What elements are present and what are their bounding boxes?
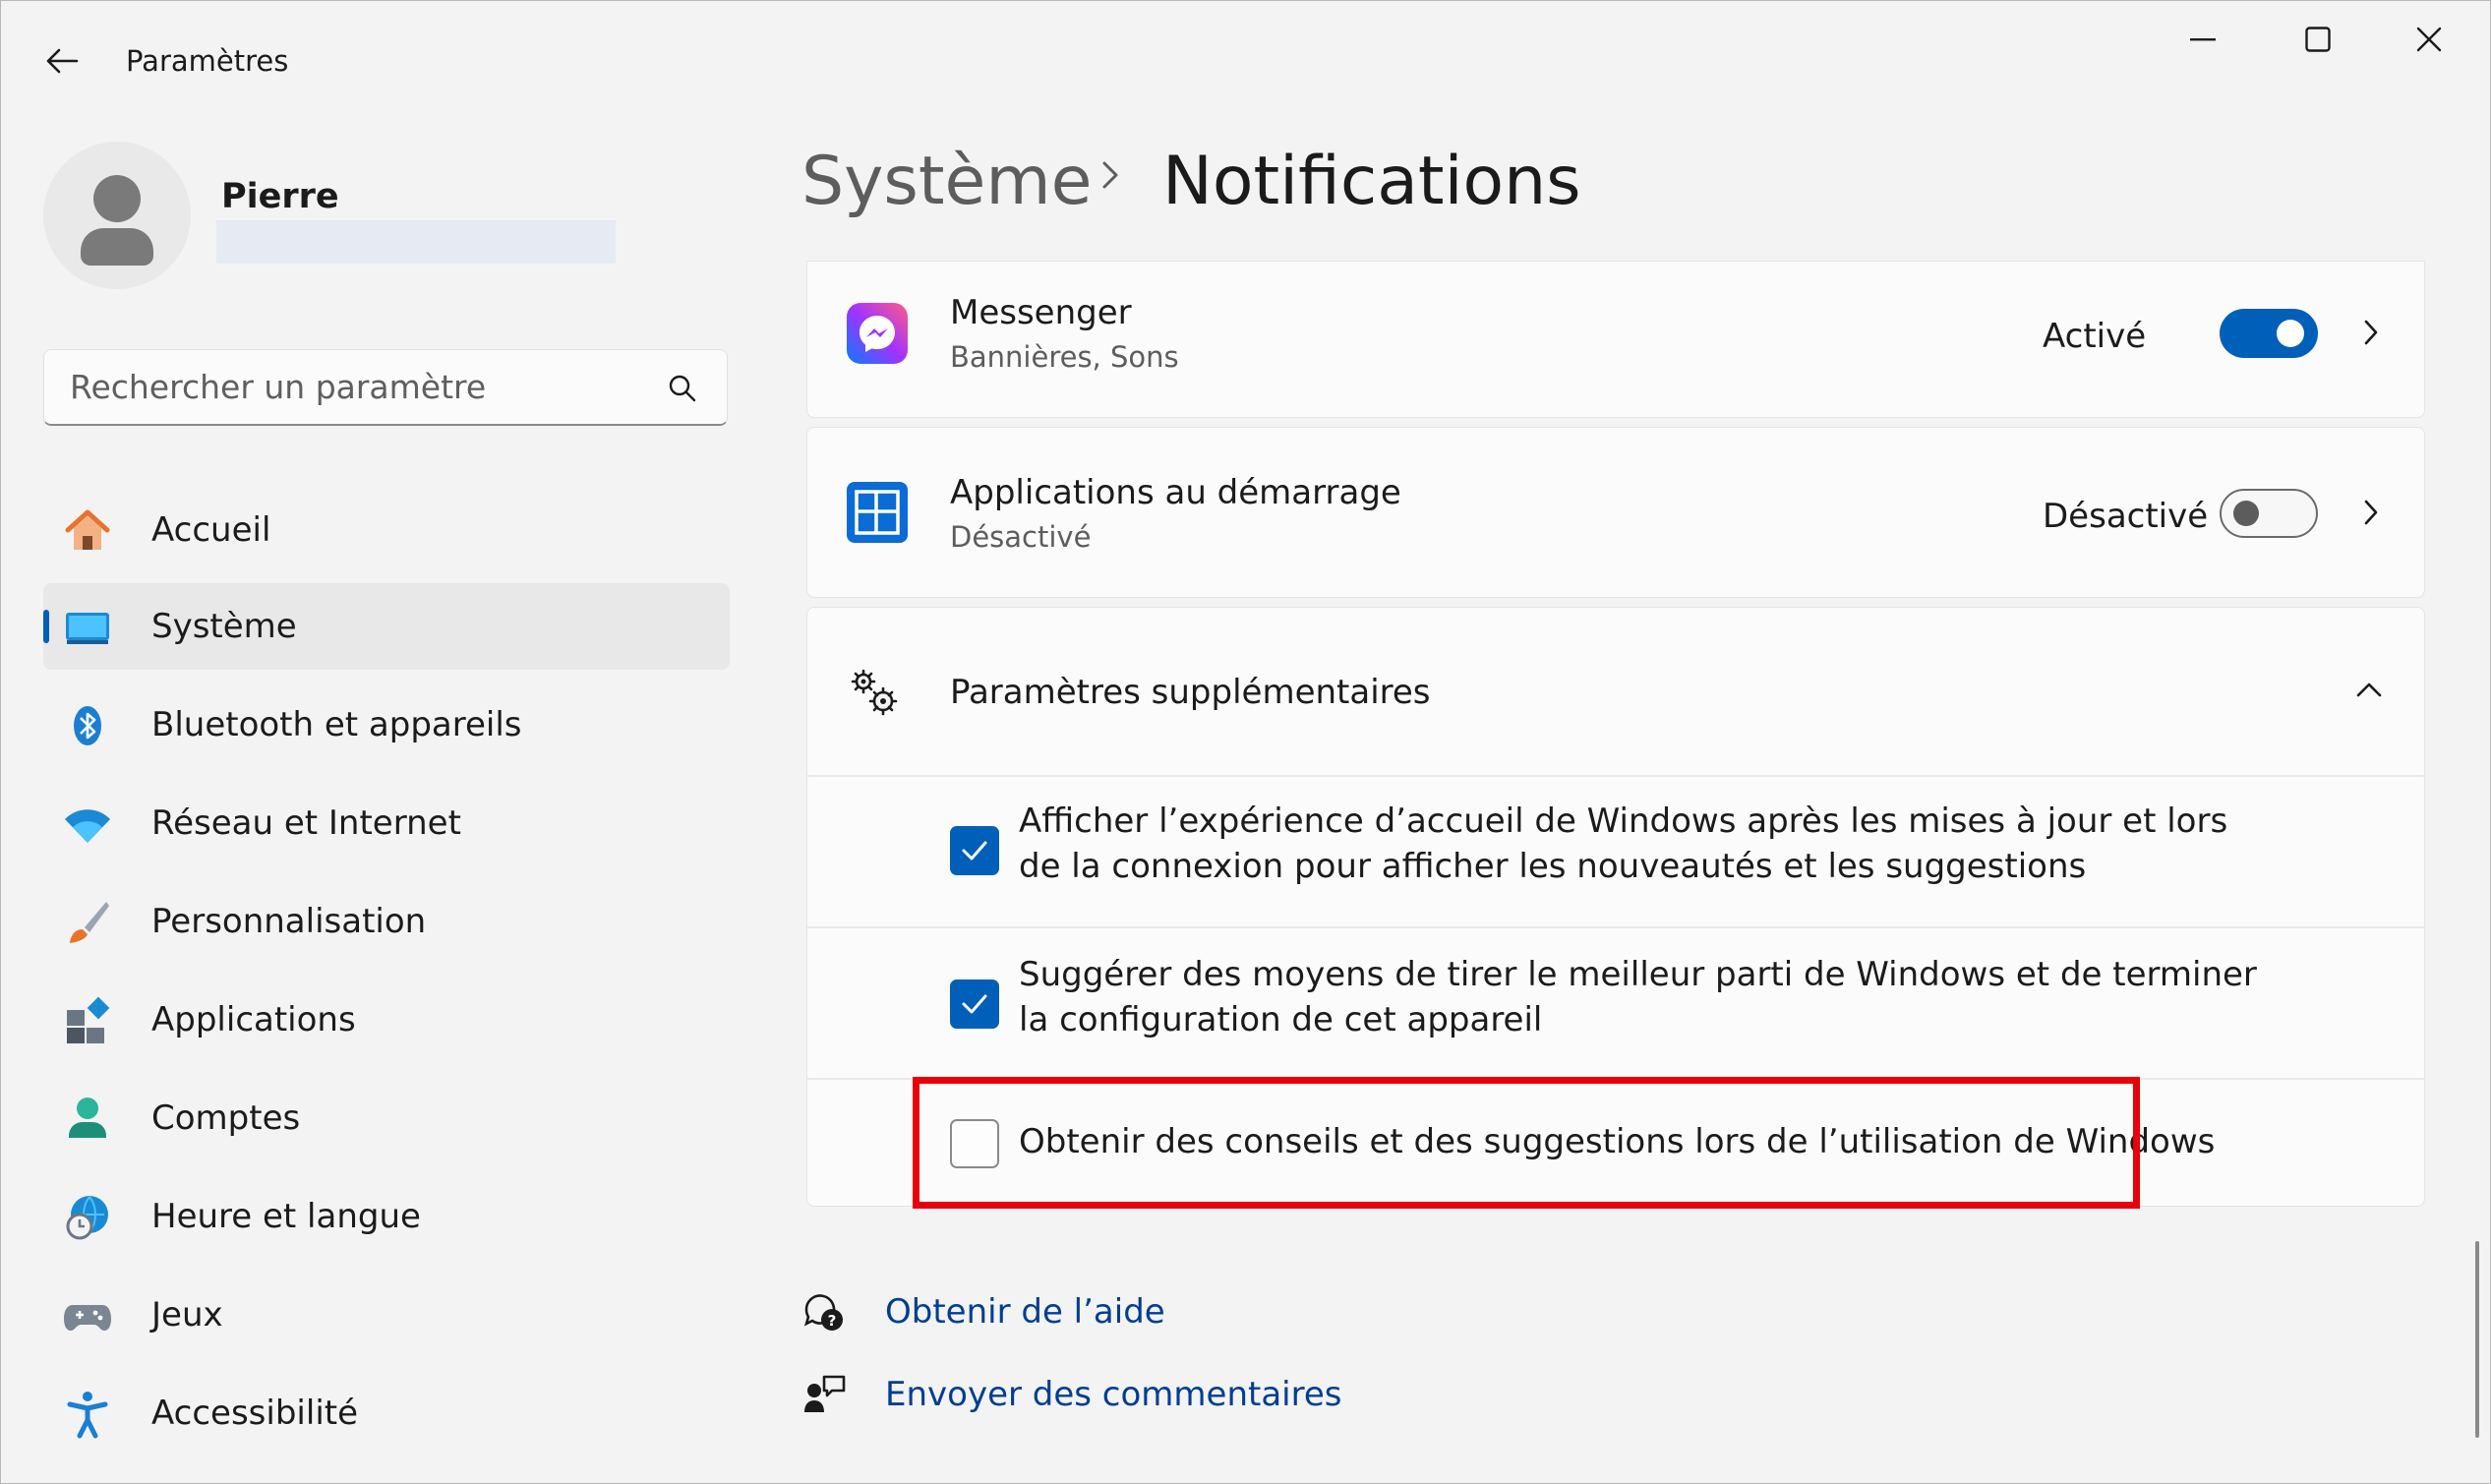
option-label: Afficher l’expérience d’accueil de Windo… — [1019, 801, 2228, 886]
sidebar-item-personnalisation[interactable]: Personnalisation — [43, 878, 730, 965]
svg-text:?: ? — [828, 1312, 837, 1330]
scrollbar[interactable] — [2475, 1241, 2479, 1438]
search-icon[interactable] — [668, 374, 697, 403]
sidebar-item-accueil[interactable]: Accueil — [43, 487, 730, 573]
app-card-startup[interactable]: Applications au démarrage Désactivé Désa… — [806, 427, 2425, 598]
app-name: Messenger — [950, 293, 1132, 332]
sidebar-item-heure-langue[interactable]: Heure et langue — [43, 1173, 730, 1260]
minimize-button[interactable] — [2149, 0, 2257, 79]
chevron-up-icon[interactable] — [2349, 671, 2389, 710]
close-button[interactable] — [2375, 0, 2483, 79]
help-link[interactable]: Obtenir de l’aide — [885, 1292, 1165, 1332]
app-card-messenger[interactable]: Messenger Bannières, Sons Activé — [806, 261, 2425, 418]
search-box[interactable] — [43, 349, 728, 426]
app-subtitle: Désactivé — [950, 520, 1092, 554]
sidebar-item-applications[interactable]: Applications — [43, 977, 730, 1063]
page-title: Notifications — [1162, 143, 1581, 220]
sidebar-item-label: Bluetooth et appareils — [151, 705, 522, 744]
maximize-icon — [2305, 27, 2331, 52]
maximize-button[interactable] — [2264, 0, 2372, 79]
sidebar-item-label: Applications — [151, 1000, 356, 1039]
option-label: Suggérer des moyens de tirer le meilleur… — [1019, 955, 2257, 1039]
sidebar-item-accessibilite[interactable]: Accessibilité — [43, 1370, 730, 1456]
wifi-icon — [63, 800, 112, 849]
option-row: Afficher l’expérience d’accueil de Windo… — [807, 777, 2424, 926]
user-email-redacted — [216, 220, 616, 264]
time-language-icon — [63, 1193, 112, 1242]
messenger-icon — [847, 303, 908, 364]
checkmark-icon — [962, 841, 987, 861]
sidebar-item-label: Personnalisation — [151, 902, 427, 941]
person-icon — [81, 175, 153, 266]
sidebar-item-label: Heure et langue — [151, 1197, 421, 1236]
sidebar-item-label: Jeux — [151, 1295, 223, 1335]
toggle-state-label: Activé — [2043, 317, 2147, 356]
account-icon — [63, 1095, 112, 1144]
close-icon — [2416, 27, 2442, 52]
apps-icon — [63, 996, 112, 1045]
help-icon: ? — [803, 1294, 843, 1331]
selection-indicator — [43, 610, 49, 643]
sidebar-item-label: Comptes — [151, 1098, 301, 1138]
toggle-knob — [2277, 320, 2304, 347]
search-input[interactable] — [70, 350, 660, 423]
sidebar-item-label: Système — [151, 607, 297, 646]
messenger-toggle[interactable] — [2220, 309, 2318, 358]
startup-toggle[interactable] — [2220, 489, 2318, 538]
additional-settings-title: Paramètres supplémentaires — [950, 673, 1431, 712]
sidebar-item-jeux[interactable]: Jeux — [43, 1272, 730, 1358]
startup-apps-icon — [847, 482, 908, 543]
feedback-link[interactable]: Envoyer des commentaires — [885, 1375, 1341, 1414]
additional-settings-header[interactable]: Paramètres supplémentaires — [807, 608, 2424, 775]
highlight-box — [913, 1077, 2140, 1209]
sidebar-item-systeme[interactable]: Système — [43, 583, 730, 670]
sidebar-item-label: Accueil — [151, 510, 271, 550]
chevron-right-icon[interactable] — [2351, 313, 2391, 352]
accessibility-icon — [63, 1390, 112, 1439]
system-icon — [63, 603, 112, 652]
app-subtitle: Bannières, Sons — [950, 340, 1179, 374]
app-name: Applications au démarrage — [950, 473, 1401, 512]
bluetooth-icon — [63, 701, 112, 750]
checkmark-icon — [962, 994, 987, 1014]
minimize-icon — [2190, 38, 2216, 41]
option-checkbox-suggest-setup[interactable] — [950, 979, 999, 1029]
breadcrumb-parent[interactable]: Système — [801, 143, 1092, 220]
back-button[interactable] — [37, 39, 87, 83]
toggle-state-label: Désactivé — [2043, 497, 2209, 536]
option-row: Suggérer des moyens de tirer le meilleur… — [807, 928, 2424, 1078]
user-name: Pierre — [221, 177, 339, 216]
sidebar-item-reseau[interactable]: Réseau et Internet — [43, 780, 730, 866]
chevron-right-icon[interactable] — [2351, 493, 2391, 532]
toggle-knob — [2233, 501, 2259, 526]
feedback-icon — [804, 1375, 846, 1412]
avatar[interactable] — [43, 142, 191, 289]
back-arrow-icon — [46, 48, 79, 74]
sidebar-item-bluetooth[interactable]: Bluetooth et appareils — [43, 682, 730, 768]
window-title: Paramètres — [126, 44, 289, 78]
breadcrumb-separator-icon — [1098, 155, 1122, 199]
gamepad-icon — [63, 1291, 112, 1340]
sidebar-item-label: Réseau et Internet — [151, 803, 461, 843]
brush-icon — [63, 898, 112, 947]
home-icon — [63, 506, 112, 556]
sidebar-item-comptes[interactable]: Comptes — [43, 1075, 730, 1161]
gears-icon — [849, 667, 900, 718]
option-checkbox-welcome-experience[interactable] — [950, 826, 999, 875]
sidebar-item-label: Accessibilité — [151, 1394, 359, 1433]
